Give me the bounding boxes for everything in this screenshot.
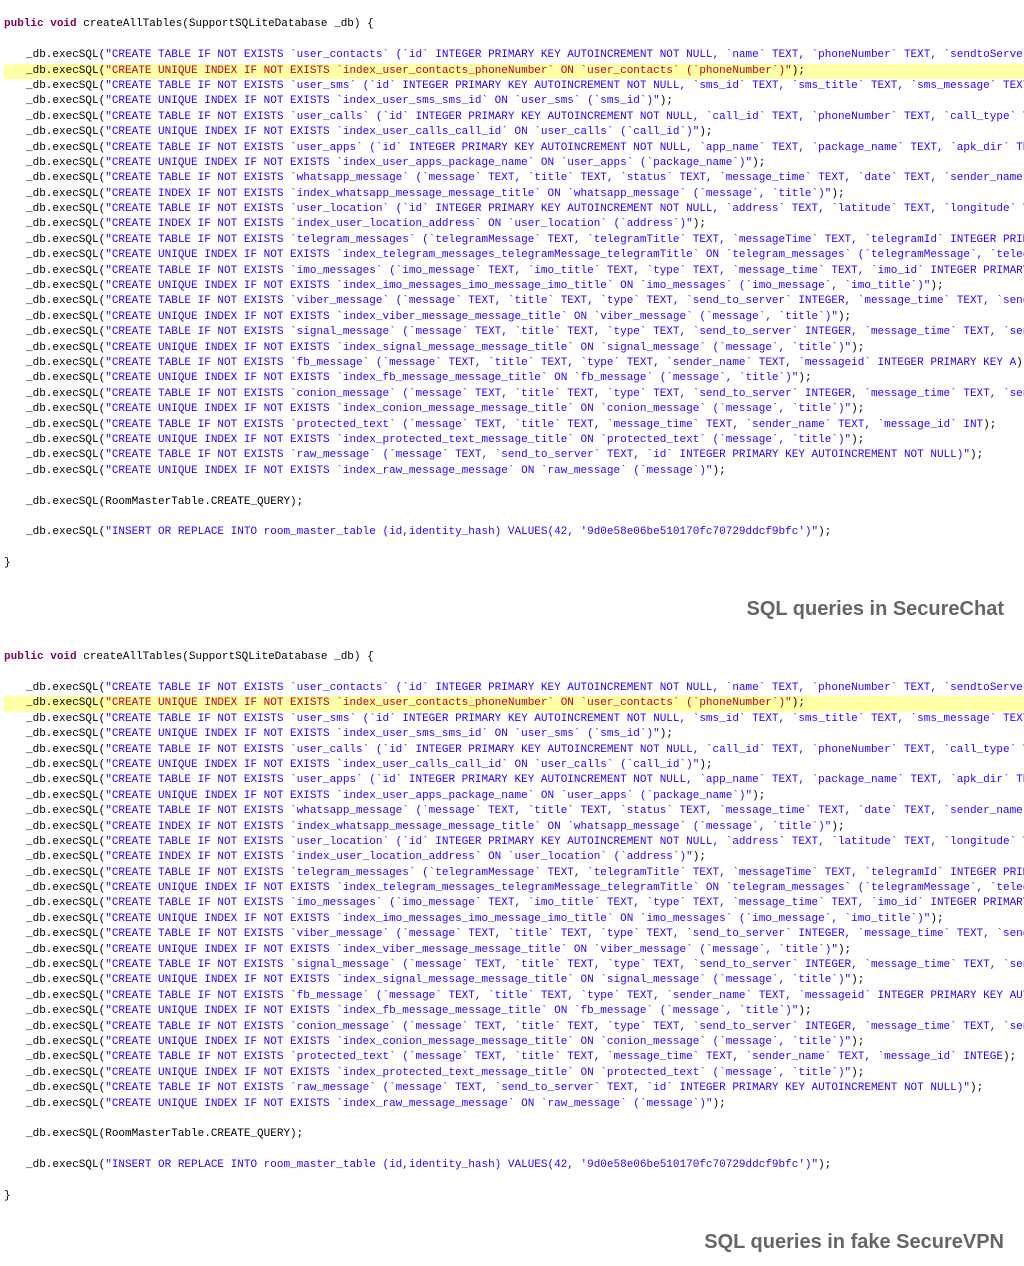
sql-line: _db.execSQL("CREATE TABLE IF NOT EXISTS … xyxy=(4,989,1024,1004)
sql-line: _db.execSQL("CREATE TABLE IF NOT EXISTS … xyxy=(4,743,1024,758)
sql-line: _db.execSQL("CREATE TABLE IF NOT EXISTS … xyxy=(4,141,1024,156)
sql-line: _db.execSQL("CREATE TABLE IF NOT EXISTS … xyxy=(4,233,1024,248)
sql-line: _db.execSQL("CREATE TABLE IF NOT EXISTS … xyxy=(4,804,1024,819)
sql-line: _db.execSQL("CREATE UNIQUE INDEX IF NOT … xyxy=(4,881,1024,896)
sql-line: _db.execSQL("CREATE TABLE IF NOT EXISTS … xyxy=(4,171,1024,186)
insert-sql: "INSERT OR REPLACE INTO room_master_tabl… xyxy=(105,1159,818,1171)
sql-line: _db.execSQL("CREATE TABLE IF NOT EXISTS … xyxy=(4,202,1024,217)
sql-line: _db.execSQL("CREATE TABLE IF NOT EXISTS … xyxy=(4,1050,1024,1065)
sql-line: _db.execSQL("CREATE UNIQUE INDEX IF NOT … xyxy=(4,464,1024,479)
sql-line: _db.execSQL("CREATE TABLE IF NOT EXISTS … xyxy=(4,48,1024,63)
sql-line: _db.execSQL("CREATE TABLE IF NOT EXISTS … xyxy=(4,681,1024,696)
sql-line: _db.execSQL("CREATE TABLE IF NOT EXISTS … xyxy=(4,927,1024,942)
sql-line: _db.execSQL("CREATE TABLE IF NOT EXISTS … xyxy=(4,712,1024,727)
sql-line: _db.execSQL("CREATE TABLE IF NOT EXISTS … xyxy=(4,1020,1024,1035)
sql-line: _db.execSQL("CREATE TABLE IF NOT EXISTS … xyxy=(4,294,1024,309)
sql-line: _db.execSQL("CREATE TABLE IF NOT EXISTS … xyxy=(4,835,1024,850)
sql-lines-top: _db.execSQL("CREATE TABLE IF NOT EXISTS … xyxy=(4,48,1024,479)
sql-line: _db.execSQL("CREATE TABLE IF NOT EXISTS … xyxy=(4,1081,1024,1096)
create-query-call: _db.execSQL(RoomMasterTable.CREATE_QUERY… xyxy=(4,495,303,510)
sql-line: _db.execSQL("CREATE TABLE IF NOT EXISTS … xyxy=(4,448,1024,463)
sql-line: _db.execSQL("CREATE UNIQUE INDEX IF NOT … xyxy=(4,402,1024,417)
sql-line: _db.execSQL("CREATE TABLE IF NOT EXISTS … xyxy=(4,958,1024,973)
method-signature: public void createAllTables(SupportSQLit… xyxy=(4,650,1024,665)
sql-line: _db.execSQL("CREATE UNIQUE INDEX IF NOT … xyxy=(4,433,1024,448)
sql-lines-bottom: _db.execSQL("CREATE TABLE IF NOT EXISTS … xyxy=(4,681,1024,1112)
sql-line: _db.execSQL("CREATE UNIQUE INDEX IF NOT … xyxy=(4,1066,1024,1081)
sql-line: _db.execSQL("CREATE TABLE IF NOT EXISTS … xyxy=(4,387,1024,402)
caption-securechat: SQL queries in SecureChat xyxy=(0,589,1024,633)
sql-line: _db.execSQL("CREATE UNIQUE INDEX IF NOT … xyxy=(4,943,1024,958)
sql-line: _db.execSQL("CREATE TABLE IF NOT EXISTS … xyxy=(4,773,1024,788)
sql-line: _db.execSQL("CREATE UNIQUE INDEX IF NOT … xyxy=(4,248,1024,263)
sql-line: _db.execSQL("CREATE TABLE IF NOT EXISTS … xyxy=(4,866,1024,881)
sql-line: _db.execSQL("CREATE TABLE IF NOT EXISTS … xyxy=(4,418,1024,433)
sql-line: _db.execSQL("CREATE UNIQUE INDEX IF NOT … xyxy=(4,789,1024,804)
sql-line: _db.execSQL("CREATE INDEX IF NOT EXISTS … xyxy=(4,187,1024,202)
method-signature: public void createAllTables(SupportSQLit… xyxy=(4,17,1024,32)
sql-line: _db.execSQL("CREATE UNIQUE INDEX IF NOT … xyxy=(4,371,1024,386)
code-block-securevpn: public void createAllTables(SupportSQLit… xyxy=(0,633,1024,1222)
sql-line: _db.execSQL("CREATE UNIQUE INDEX IF NOT … xyxy=(4,758,1024,773)
sql-line: _db.execSQL("CREATE UNIQUE INDEX IF NOT … xyxy=(4,1035,1024,1050)
sql-line: _db.execSQL("CREATE UNIQUE INDEX IF NOT … xyxy=(4,696,1024,711)
sql-line: _db.execSQL("CREATE UNIQUE INDEX IF NOT … xyxy=(4,310,1024,325)
sql-line: _db.execSQL("CREATE TABLE IF NOT EXISTS … xyxy=(4,325,1024,340)
insert-sql: "INSERT OR REPLACE INTO room_master_tabl… xyxy=(105,526,818,538)
sql-line: _db.execSQL("CREATE UNIQUE INDEX IF NOT … xyxy=(4,125,1024,140)
sql-line: _db.execSQL("CREATE INDEX IF NOT EXISTS … xyxy=(4,850,1024,865)
caption-securevpn: SQL queries in fake SecureVPN xyxy=(0,1222,1024,1266)
sql-line: _db.execSQL("CREATE UNIQUE INDEX IF NOT … xyxy=(4,973,1024,988)
sql-line: _db.execSQL("CREATE TABLE IF NOT EXISTS … xyxy=(4,896,1024,911)
sql-line: _db.execSQL("CREATE INDEX IF NOT EXISTS … xyxy=(4,820,1024,835)
sql-line: _db.execSQL("CREATE TABLE IF NOT EXISTS … xyxy=(4,356,1024,371)
sql-line: _db.execSQL("CREATE UNIQUE INDEX IF NOT … xyxy=(4,1004,1024,1019)
create-query-call: _db.execSQL(RoomMasterTable.CREATE_QUERY… xyxy=(4,1127,303,1142)
sql-line: _db.execSQL("CREATE UNIQUE INDEX IF NOT … xyxy=(4,279,1024,294)
sql-line: _db.execSQL("CREATE TABLE IF NOT EXISTS … xyxy=(4,264,1024,279)
sql-line: _db.execSQL("CREATE TABLE IF NOT EXISTS … xyxy=(4,79,1024,94)
code-block-securechat: public void createAllTables(SupportSQLit… xyxy=(0,0,1024,589)
sql-line: _db.execSQL("CREATE UNIQUE INDEX IF NOT … xyxy=(4,341,1024,356)
sql-line: _db.execSQL("CREATE INDEX IF NOT EXISTS … xyxy=(4,217,1024,232)
sql-line: _db.execSQL("CREATE UNIQUE INDEX IF NOT … xyxy=(4,156,1024,171)
sql-line: _db.execSQL("CREATE UNIQUE INDEX IF NOT … xyxy=(4,1097,1024,1112)
sql-line: _db.execSQL("CREATE TABLE IF NOT EXISTS … xyxy=(4,110,1024,125)
sql-line: _db.execSQL("CREATE UNIQUE INDEX IF NOT … xyxy=(4,94,1024,109)
sql-line: _db.execSQL("CREATE UNIQUE INDEX IF NOT … xyxy=(4,64,1024,79)
sql-line: _db.execSQL("CREATE UNIQUE INDEX IF NOT … xyxy=(4,727,1024,742)
